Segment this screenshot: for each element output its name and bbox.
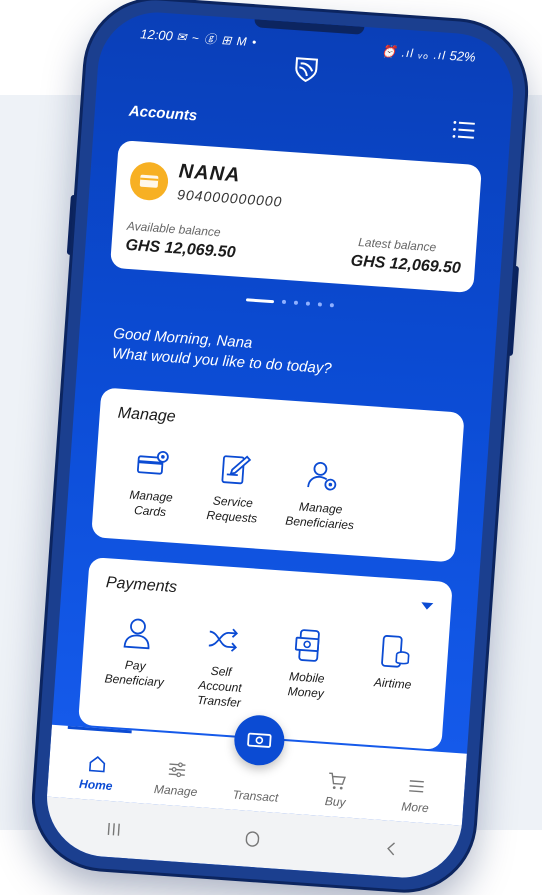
phone-coins-icon bbox=[381, 635, 410, 668]
phone-screen: 12:00 ✉ ~ ⓖ ⊞ M • ⏰ .ıl ᵥₒ .ıl 52% Accou… bbox=[42, 8, 518, 882]
carousel-dot[interactable] bbox=[281, 299, 287, 305]
battery-level: 52% bbox=[449, 47, 477, 65]
transfer-arrows-icon bbox=[208, 628, 239, 652]
user-gear-icon bbox=[307, 461, 337, 491]
recent-apps-icon[interactable] bbox=[105, 820, 124, 839]
pay-beneficiary-button[interactable]: Pay Beneficiary bbox=[94, 614, 178, 706]
mobile-money-icon bbox=[294, 629, 320, 662]
payments-title: Payments bbox=[105, 574, 178, 597]
manage-card: Manage Manage Cards Service Requests Man… bbox=[91, 387, 465, 563]
home-icon bbox=[88, 755, 106, 773]
nav-label: Home bbox=[78, 776, 113, 794]
manage-title: Manage bbox=[117, 404, 177, 426]
action-label: Beneficiary bbox=[104, 671, 165, 690]
action-label: Self bbox=[210, 663, 232, 680]
action-label: Pay bbox=[124, 657, 147, 674]
list-menu-icon[interactable] bbox=[452, 119, 475, 140]
user-icon bbox=[123, 618, 150, 650]
chevron-down-icon[interactable] bbox=[420, 602, 434, 611]
carousel-dot[interactable] bbox=[329, 303, 335, 308]
latest-balance-value: GHS 12,069.50 bbox=[350, 252, 462, 278]
mobile-money-button[interactable]: Mobile Money bbox=[265, 626, 349, 718]
cart-icon bbox=[329, 772, 346, 790]
nav-transact[interactable]: Transact bbox=[223, 763, 289, 805]
card-icon bbox=[128, 160, 170, 202]
status-time: 12:00 bbox=[139, 25, 174, 44]
nav-manage[interactable]: Manage bbox=[143, 757, 209, 799]
carousel-dot[interactable] bbox=[317, 302, 323, 307]
action-label: Money bbox=[287, 684, 325, 701]
nav-label: More bbox=[400, 799, 430, 816]
available-balance-label: Available balance bbox=[126, 218, 222, 240]
latest-balance-label: Latest balance bbox=[357, 234, 437, 255]
action-label: Beneficiaries bbox=[284, 513, 355, 533]
manage-beneficiaries-button[interactable]: Manage Beneficiaries bbox=[274, 456, 369, 534]
page-title: Accounts bbox=[128, 102, 198, 125]
card-gear-icon bbox=[136, 450, 169, 475]
nav-more[interactable]: More bbox=[383, 774, 449, 816]
available-balance-value: GHS 12,069.50 bbox=[124, 236, 237, 262]
nav-label: Buy bbox=[324, 794, 347, 810]
status-left-icons: ✉ ~ ⓖ ⊞ M • bbox=[175, 29, 258, 49]
nav-home[interactable]: Home bbox=[63, 752, 129, 794]
cash-icon-spacer bbox=[246, 765, 267, 786]
account-number: 904000000000 bbox=[176, 186, 283, 210]
bank-logo-icon bbox=[295, 57, 319, 83]
phone-frame: 12:00 ✉ ~ ⓖ ⊞ M • ⏰ .ıl ᵥₒ .ıl 52% Accou… bbox=[30, 0, 530, 895]
action-label: Requests bbox=[206, 508, 258, 526]
account-name: NANA bbox=[178, 160, 242, 187]
carousel-dot[interactable] bbox=[305, 301, 311, 306]
phone-mockup: 12:00 ✉ ~ ⓖ ⊞ M • ⏰ .ıl ᵥₒ .ıl 52% Accou… bbox=[30, 0, 530, 895]
back-icon[interactable] bbox=[381, 839, 400, 858]
status-right-icons: ⏰ .ıl ᵥₒ .ıl bbox=[380, 43, 447, 63]
nav-label: Manage bbox=[153, 782, 198, 800]
greeting: Good Morning, Nana What would you like t… bbox=[111, 324, 333, 379]
carousel-indicator bbox=[82, 286, 497, 319]
nav-label: Transact bbox=[232, 787, 279, 805]
account-card[interactable]: NANA 904000000000 Available balance GHS … bbox=[109, 140, 482, 294]
carousel-dot-active[interactable] bbox=[245, 297, 275, 303]
carousel-dot[interactable] bbox=[293, 300, 299, 305]
manage-cards-button[interactable]: Manage Cards bbox=[111, 445, 194, 522]
self-account-transfer-button[interactable]: Self Account Transfer bbox=[180, 620, 264, 712]
airtime-button[interactable]: Airtime bbox=[351, 632, 435, 724]
cash-icon bbox=[247, 732, 272, 748]
hamburger-icon bbox=[409, 780, 424, 793]
home-button-icon[interactable] bbox=[243, 829, 262, 848]
action-label: Cards bbox=[133, 502, 167, 520]
action-label: Airtime bbox=[373, 675, 412, 692]
document-pen-icon bbox=[221, 455, 252, 485]
sliders-icon bbox=[168, 762, 186, 778]
nav-buy[interactable]: Buy bbox=[303, 769, 369, 811]
action-label: Transfer bbox=[196, 692, 242, 710]
service-requests-button[interactable]: Service Requests bbox=[192, 450, 275, 527]
